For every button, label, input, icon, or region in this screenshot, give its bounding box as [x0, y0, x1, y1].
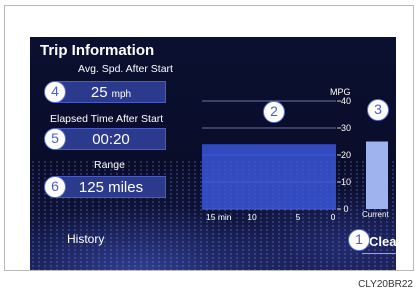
fuel-economy-graph: MPG 403020100 15 min 10 5 0 Current — [202, 87, 389, 222]
current-label: Current — [362, 210, 389, 219]
y-tick-label: 20 — [341, 150, 351, 160]
callout-6: 6 — [44, 176, 66, 198]
callout-3: 3 — [367, 99, 389, 121]
y-tick-label: 0 — [343, 204, 348, 214]
y-tick-label: 10 — [341, 177, 351, 187]
x-tick-label: 5 — [296, 212, 301, 222]
current-mpg-bar — [366, 141, 388, 209]
callout-2: 2 — [263, 101, 285, 123]
y-tick-label: 30 — [341, 123, 351, 133]
history-mpg-bar — [202, 144, 336, 209]
x-tick-label: 0 — [331, 212, 336, 222]
y-tick-label: 40 — [341, 96, 351, 106]
callout-1: 1 — [348, 229, 370, 251]
figure-code: CLY20BR22 — [358, 279, 413, 290]
callout-4: 4 — [44, 81, 66, 103]
trip-information-screen: Trip Information Avg. Spd. After Start 2… — [30, 37, 396, 270]
x-tick-label: 10 — [247, 212, 257, 222]
callout-5: 5 — [44, 128, 66, 150]
x-tick-label: 15 min — [206, 212, 232, 222]
